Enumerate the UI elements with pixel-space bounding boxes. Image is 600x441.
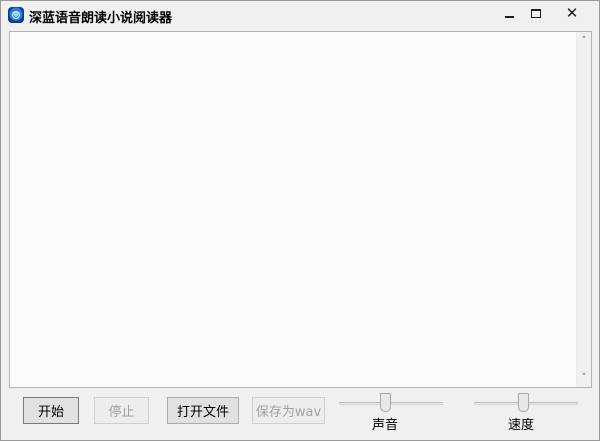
title-bar[interactable]: 深蓝语音朗读小说阅读器 ✕: [1, 1, 599, 30]
maximize-icon: [531, 8, 541, 18]
minimize-button[interactable]: [495, 1, 523, 25]
scroll-down-icon[interactable]: ˅: [577, 370, 591, 386]
main-window: 深蓝语音朗读小说阅读器 ✕ ˄ ˅ 开始 停止 打开文件 保存为wav 声音 速…: [0, 0, 600, 441]
speed-label: 速度: [508, 418, 535, 433]
novel-text-area[interactable]: ˄ ˅: [9, 31, 592, 388]
scroll-up-icon[interactable]: ˄: [577, 33, 591, 49]
volume-slider-track[interactable]: [339, 402, 443, 405]
stop-button[interactable]: 停止: [94, 397, 149, 424]
save-wav-button[interactable]: 保存为wav: [252, 397, 325, 424]
volume-slider-thumb[interactable]: [380, 393, 391, 412]
close-button[interactable]: ✕: [549, 1, 595, 25]
speed-slider-thumb[interactable]: [518, 393, 529, 412]
minimize-icon: [504, 16, 514, 18]
volume-label: 声音: [372, 418, 399, 433]
app-speaker-icon: [8, 7, 24, 23]
maximize-button[interactable]: [523, 1, 549, 25]
close-icon: ✕: [565, 3, 579, 22]
start-button[interactable]: 开始: [23, 397, 79, 424]
open-file-button[interactable]: 打开文件: [167, 397, 239, 424]
vertical-scrollbar[interactable]: ˄ ˅: [576, 32, 591, 387]
window-title: 深蓝语音朗读小说阅读器: [29, 11, 173, 26]
